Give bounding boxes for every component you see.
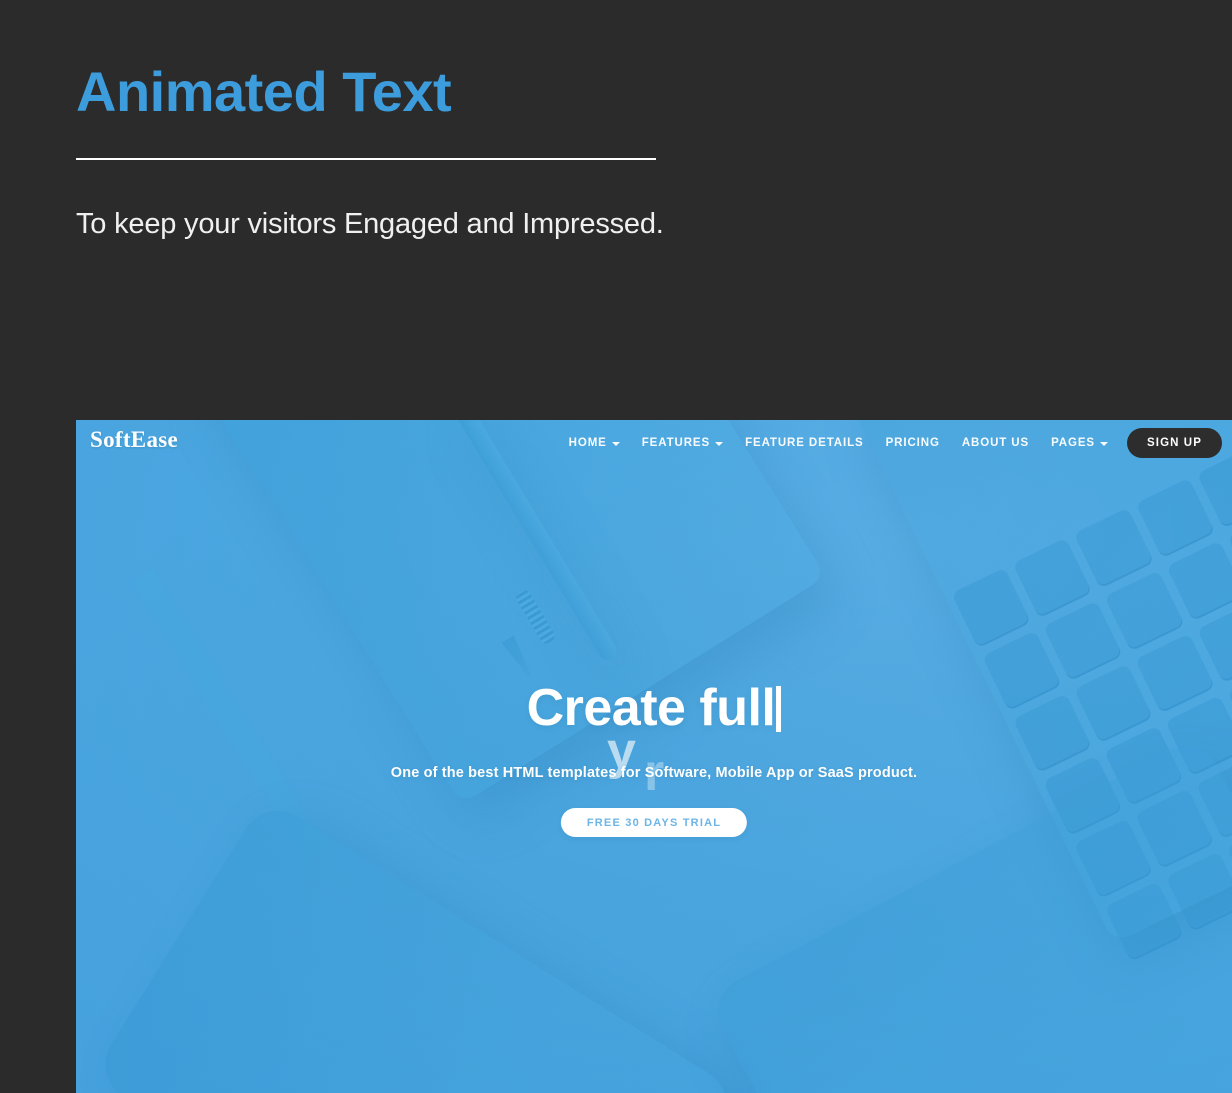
- keyboard-key: [1043, 755, 1124, 837]
- nav-item-label: HOME: [568, 437, 607, 449]
- nav-item-label: FEATURE DETAILS: [745, 437, 864, 449]
- nav-item-label: PRICING: [885, 437, 940, 449]
- keyboard-key: [1104, 725, 1185, 807]
- chevron-down-icon: [715, 442, 724, 446]
- hero-background-photo: [76, 420, 1232, 1093]
- keyboard-key: [1073, 507, 1154, 589]
- keyboard-shape: [938, 420, 1232, 975]
- phone-shape: [91, 796, 741, 1093]
- keyboard-key: [1196, 758, 1232, 840]
- keyboard-key: [1165, 851, 1232, 933]
- nav-item-label: ABOUT US: [961, 437, 1030, 449]
- pen-grip-shape: [514, 588, 557, 646]
- keyboard-key: [1135, 788, 1215, 870]
- tablet-shape: [705, 734, 1232, 1093]
- keyboard-key: [1043, 600, 1124, 681]
- nav-item-pages[interactable]: PAGES: [1040, 428, 1119, 458]
- keyboard-key: [951, 567, 1032, 649]
- keyboard-key: [1012, 693, 1093, 774]
- chevron-down-icon: [611, 442, 620, 446]
- keyboard-key: [1135, 633, 1215, 714]
- keyboard-key: [1165, 540, 1232, 622]
- laptop-shape: [850, 420, 1232, 944]
- nav-links: HOME FEATURES FEATURE DETAILS PRICING AB…: [558, 428, 1222, 458]
- keyboard-key: [1135, 477, 1216, 559]
- keyboard-key: [1012, 537, 1093, 619]
- template-preview-hero: SoftEase HOME FEATURES FEATURE DETAILS P…: [76, 420, 1232, 1093]
- page-subtitle: To keep your visitors Engaged and Impres…: [76, 208, 664, 240]
- keyboard-key: [1196, 603, 1232, 684]
- keyboard-key: [1226, 821, 1232, 903]
- nav-item-label: FEATURES: [641, 437, 711, 449]
- page-title: Animated Text: [76, 60, 452, 123]
- nav-item-home[interactable]: HOME: [558, 428, 631, 458]
- brand-logo[interactable]: SoftEase: [90, 427, 178, 453]
- nav-item-feature-details[interactable]: FEATURE DETAILS: [734, 428, 875, 458]
- nav-item-label: PAGES: [1051, 437, 1095, 449]
- keyboard-key: [1073, 663, 1154, 744]
- keyboard-key: [1227, 510, 1232, 592]
- site-navbar: SoftEase HOME FEATURES FEATURE DETAILS P…: [76, 420, 1232, 468]
- nav-item-pricing[interactable]: PRICING: [875, 428, 951, 458]
- chevron-down-icon: [1100, 442, 1108, 446]
- title-divider: [76, 158, 656, 160]
- notebook-shape: [185, 420, 827, 805]
- document-header: Animated Text To keep your visitors Enga…: [0, 0, 1232, 420]
- keyboard-key: [1104, 881, 1185, 962]
- keyboard-key: [1104, 570, 1185, 652]
- keyboard-key: [1165, 696, 1232, 777]
- nav-item-features[interactable]: FEATURES: [631, 428, 734, 458]
- notebook-band-shape: [130, 568, 328, 862]
- keyboard-key: [1073, 818, 1154, 900]
- sign-up-button[interactable]: SIGN UP: [1127, 428, 1222, 458]
- nav-item-about-us[interactable]: ABOUT US: [951, 428, 1040, 458]
- free-trial-button[interactable]: FREE 30 DAYS TRIAL: [560, 808, 748, 837]
- keyboard-key: [1227, 666, 1232, 747]
- keyboard-key: [981, 630, 1062, 711]
- pen-tip-shape: [502, 636, 537, 681]
